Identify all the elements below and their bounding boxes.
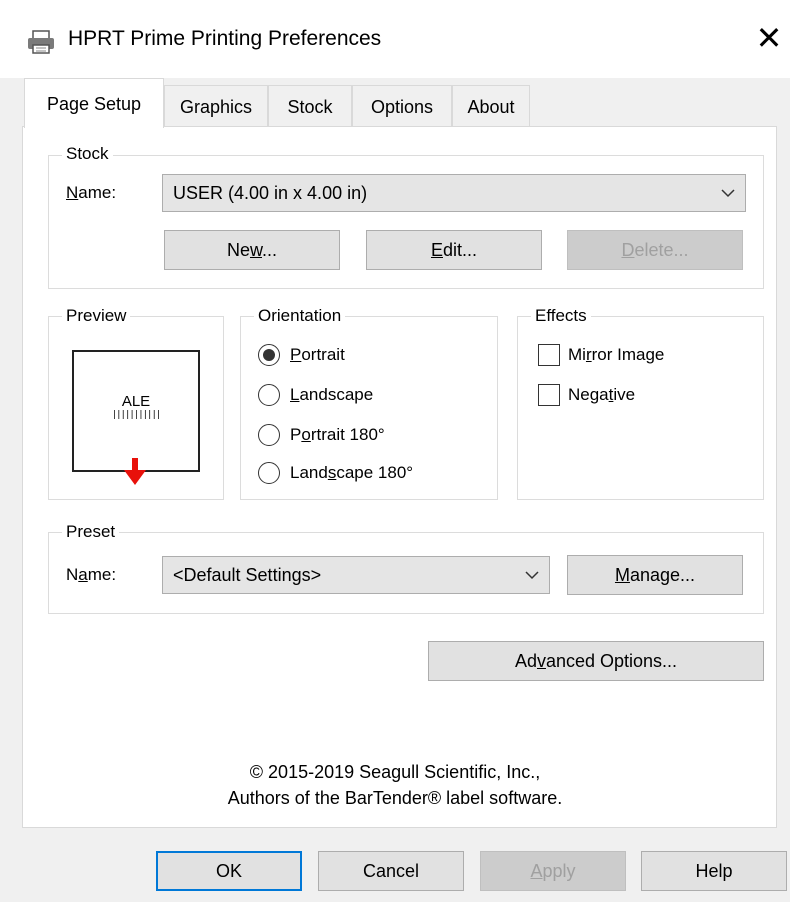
- printer-icon: [28, 30, 54, 54]
- negative-label: Negative: [568, 385, 636, 404]
- radio-button[interactable]: [258, 344, 280, 366]
- close-icon[interactable]: ✕: [754, 20, 784, 56]
- cancel-button[interactable]: Cancel: [318, 851, 464, 891]
- arrow-down-icon: [124, 458, 146, 485]
- preset-name-dropdown[interactable]: <Default Settings>: [162, 556, 550, 594]
- preset-name-label: Name:: [66, 565, 117, 584]
- radio-landscape[interactable]: Landscape: [258, 383, 478, 407]
- checkbox-mirror-image[interactable]: Mirror Image: [538, 343, 738, 367]
- preview-sample-text: ALE: [121, 393, 151, 410]
- preview-legend: Preview: [62, 305, 131, 327]
- edit-stock-button[interactable]: Edit...: [366, 230, 542, 270]
- copyright-line-1: © 2015-2019 Seagull Scientific, Inc.,: [249, 762, 541, 782]
- title-bar: HPRT Prime Printing Preferences ✕: [0, 0, 790, 78]
- window-title: HPRT Prime Printing Preferences: [68, 27, 382, 50]
- checkbox[interactable]: [538, 344, 560, 366]
- preset-legend: Preset: [62, 521, 120, 543]
- radio-landscape-180[interactable]: Landscape 180°: [258, 461, 478, 485]
- preset-name-value: <Default Settings>: [173, 565, 322, 585]
- tab-about[interactable]: About: [452, 85, 530, 127]
- manage-button[interactable]: Manage...: [567, 555, 743, 595]
- radio-button[interactable]: [258, 424, 280, 446]
- radio-landscape-label: Landscape: [290, 385, 374, 404]
- label-preview: ALE |||||||||||: [72, 350, 200, 472]
- copyright-line-2: Authors of the BarTender® label software…: [227, 788, 563, 808]
- new-stock-button[interactable]: New...: [164, 230, 340, 270]
- chevron-down-icon: [721, 189, 735, 198]
- mirror-image-label: Mirror Image: [568, 345, 665, 364]
- tab-page-setup[interactable]: Page Setup: [24, 78, 164, 128]
- stock-name-value: USER (4.00 in x 4.00 in): [173, 183, 368, 203]
- checkbox-negative[interactable]: Negative: [538, 383, 738, 407]
- radio-portrait[interactable]: Portrait: [258, 343, 478, 367]
- tab-stock[interactable]: Stock: [268, 85, 352, 127]
- ok-button[interactable]: OK: [156, 851, 302, 891]
- orientation-legend: Orientation: [254, 305, 346, 327]
- preview-barcode: |||||||||||: [111, 410, 162, 420]
- help-button[interactable]: Help: [641, 851, 787, 891]
- chevron-down-icon: [525, 571, 539, 580]
- apply-button[interactable]: Apply: [480, 851, 626, 891]
- radio-button[interactable]: [258, 384, 280, 406]
- advanced-options-button[interactable]: Advanced Options...: [428, 641, 764, 681]
- delete-stock-button[interactable]: Delete...: [567, 230, 743, 270]
- radio-landscape-180-label: Landscape 180°: [290, 463, 414, 482]
- stock-name-label: Name:: [66, 183, 117, 202]
- stock-name-dropdown[interactable]: USER (4.00 in x 4.00 in): [162, 174, 746, 212]
- stock-legend: Stock: [62, 143, 113, 165]
- radio-button[interactable]: [258, 462, 280, 484]
- tab-graphics[interactable]: Graphics: [164, 85, 268, 127]
- radio-portrait-180-label: Portrait 180°: [290, 425, 385, 444]
- radio-portrait-180[interactable]: Portrait 180°: [258, 423, 478, 447]
- checkbox[interactable]: [538, 384, 560, 406]
- tab-options[interactable]: Options: [352, 85, 452, 127]
- radio-portrait-label: Portrait: [290, 345, 345, 364]
- effects-legend: Effects: [531, 305, 591, 327]
